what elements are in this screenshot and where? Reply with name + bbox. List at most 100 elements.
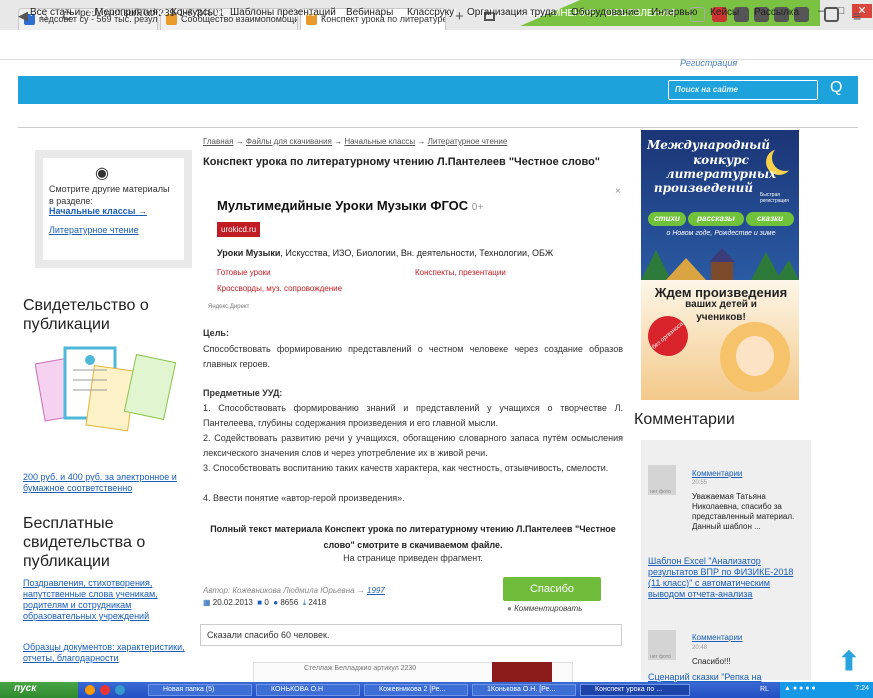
author-name: Автор: Кожевникова Людмила Юрьевна: [203, 586, 355, 595]
back-icon[interactable]: ◀: [18, 8, 28, 24]
breadcrumb-classes[interactable]: Начальные классы: [344, 137, 415, 146]
address-bar: [0, 30, 873, 60]
link-label: Начальные классы: [49, 206, 136, 216]
search-input[interactable]: Поиск на сайте: [668, 80, 818, 100]
download-count: 2418: [308, 598, 327, 607]
material-stats: ▦ 20.02.2013 ■ 0 ● 8656 ⤓ 2418: [203, 598, 326, 608]
taskbar-item-active[interactable]: Конспект урока по ...: [580, 684, 690, 696]
ad-title[interactable]: Мультимедийные Уроки Музыки ФГОС 0+: [217, 198, 483, 213]
comment-count: 0: [264, 598, 269, 607]
ad-close-icon[interactable]: ×: [615, 186, 621, 197]
quicklaunch-icon[interactable]: [85, 685, 95, 695]
free-cert-link[interactable]: Образцы документов: характеристики, отче…: [23, 642, 193, 664]
avatar-caption: нет фото: [650, 489, 671, 495]
quicklaunch-icon[interactable]: [115, 685, 125, 695]
view-count: 8656: [280, 598, 299, 607]
system-tray: ▲ ● ● ● ● 7:24: [780, 682, 873, 698]
uud-item: 2. Содействовать развитию речи у учащихс…: [203, 433, 623, 458]
taskbar-item[interactable]: Кожевникова 2 [Ре...: [364, 684, 468, 696]
calendar-icon: ▦: [203, 598, 211, 607]
banner-subtitle: о Новом годе, Рождестве и зиме: [666, 230, 776, 237]
menu-icon[interactable]: ≡: [853, 8, 861, 24]
comment-icon: ●: [507, 604, 512, 613]
clock: 7:24: [855, 685, 869, 692]
arrow-icon: →: [137, 206, 147, 216]
subnav-item[interactable]: Шаблоны презентаций: [230, 7, 336, 18]
ad-desc-text: , Искусства, ИЗО, Биологии, Вн. деятельн…: [280, 248, 554, 258]
scroll-top-icon[interactable]: ⬆: [838, 646, 860, 677]
free-cert-link[interactable]: Поздравления, стихотворения, напутственн…: [23, 578, 193, 622]
breadcrumb-sep: →: [334, 137, 343, 146]
comment-material-link[interactable]: Шаблон Excel "Анализатор результатов ВПР…: [648, 556, 798, 600]
ad-provider: Яндекс.Директ: [208, 304, 250, 310]
cert-price-link[interactable]: 200 руб. и 400 руб. за электронное и бум…: [23, 472, 195, 494]
banner-headline: Ждем произведения: [654, 285, 788, 300]
banner-line: литературных: [665, 167, 777, 181]
breadcrumb-home[interactable]: Главная: [203, 137, 233, 146]
start-button[interactable]: пуск: [0, 682, 78, 698]
comment-material-link[interactable]: Сценарий сказки "Репка на: [648, 672, 798, 682]
breadcrumb-files[interactable]: Файлы для скачивания: [246, 137, 332, 146]
comment-author-link[interactable]: Комментарии: [692, 469, 742, 478]
subnav-item[interactable]: Организация труда: [467, 7, 556, 18]
language-indicator[interactable]: RL: [760, 686, 769, 693]
banner-line: конкурс: [693, 153, 749, 167]
ad-domain-badge[interactable]: urokicd.ru: [217, 222, 261, 237]
comment-time: 20:55: [692, 480, 708, 486]
arrow-icon: →: [356, 586, 365, 595]
subnav-item[interactable]: Классруку: [407, 7, 454, 18]
subnav-item[interactable]: Оборудование: [571, 7, 639, 18]
author-line: Автор: Кожевникова Людмила Юрьевна → 199…: [203, 586, 385, 595]
download-icon: ⤓: [302, 598, 307, 607]
publish-date: 20.02.2013: [212, 598, 253, 607]
cert-heading: Свидетельство о публикации: [23, 297, 149, 333]
quicklaunch-icon[interactable]: [100, 685, 110, 695]
subnav-item[interactable]: Конкурсы: [171, 7, 215, 18]
related-link-lit[interactable]: Литературное чтение: [49, 225, 139, 235]
comment-author-link[interactable]: Комментарии: [692, 633, 742, 642]
register-link[interactable]: Регистрация: [680, 58, 737, 68]
ad-link[interactable]: Конспекты, презентации: [415, 268, 506, 277]
subnav-item[interactable]: Все статьи: [30, 7, 80, 18]
related-text: Смотрите другие материалы в разделе:: [49, 184, 170, 206]
subnav-item[interactable]: Мероприятия: [95, 7, 158, 18]
breadcrumb: Главная → Файлы для скачивания → Начальн…: [203, 137, 507, 146]
subnav-item[interactable]: Вебинары: [346, 7, 393, 18]
avatar-caption: нет фото: [650, 654, 671, 660]
comment-text: Уважаемая Татьяна Николаевна, спасибо за…: [692, 492, 795, 531]
fragment-note: На странице приведен фрагмент.: [343, 553, 483, 563]
taskbar-item[interactable]: Новая папка (5): [148, 684, 252, 696]
author-link[interactable]: 1997: [367, 586, 385, 595]
search-icon[interactable]: Q: [830, 79, 842, 97]
thanks-count: Сказали спасибо 60 человек.: [200, 624, 622, 646]
thanks-button[interactable]: Спасибо: [503, 577, 601, 601]
eye-icon: ◉: [95, 165, 109, 182]
free-cert-heading: Бесплатные свидетельства о публикации: [23, 515, 146, 570]
uud-item: 1. Способствовать формированию знаний и …: [203, 403, 623, 428]
bottom-ad-image[interactable]: [492, 662, 552, 684]
views-icon: ●: [273, 598, 279, 607]
banner-line: Международный: [646, 138, 771, 152]
comment-time: 20:48: [692, 645, 708, 651]
banner-pill: рассказы: [688, 212, 744, 226]
banner-pill: стихи: [648, 212, 686, 226]
banner-pill: сказки: [746, 212, 794, 226]
subnav-item[interactable]: Кейсы: [710, 7, 739, 18]
ad-link[interactable]: Готовые уроки: [217, 268, 271, 277]
breadcrumb-sep: →: [417, 137, 426, 146]
tray-icons[interactable]: ▲ ● ● ● ●: [784, 685, 816, 692]
related-link-classes[interactable]: Начальные классы →: [49, 206, 147, 216]
ad-age-label: 0+: [471, 202, 484, 213]
breadcrumb-lit[interactable]: Литературное чтение: [428, 137, 508, 146]
ad-description: Уроки Музыки, Искусства, ИЗО, Биологии, …: [217, 248, 617, 258]
goal-text: Способствовать формированию представлени…: [203, 344, 623, 369]
ad-link[interactable]: Кроссворды, муз. сопровождение: [217, 284, 342, 293]
taskbar-item[interactable]: 1Конькова О.Н. [Ре...: [472, 684, 576, 696]
taskbar-item[interactable]: КОНЬКОВА О.Н: [256, 684, 360, 696]
subnav-item[interactable]: Интервью: [651, 7, 697, 18]
subnav-item[interactable]: Рассылка: [754, 7, 799, 18]
chat-icon[interactable]: [824, 7, 839, 22]
comment-text: Спасибо!!!: [692, 657, 731, 666]
comment-button[interactable]: ● Комментировать: [507, 604, 582, 613]
certificate-image: [35, 346, 177, 432]
